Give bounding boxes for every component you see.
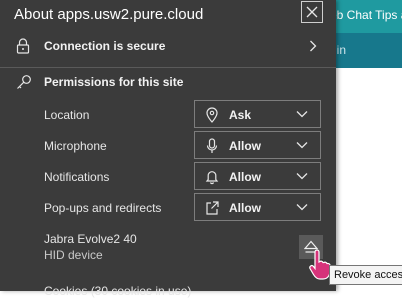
background-page-banner: eb Chat Tips ar	[330, 0, 402, 33]
connection-secure-row[interactable]: Connection is secure	[0, 33, 336, 61]
close-icon	[306, 6, 318, 18]
connection-secure-label: Connection is secure	[44, 39, 166, 53]
permission-label: Notifications	[44, 170, 110, 184]
permission-value: Ask	[229, 108, 252, 122]
revoke-access-tooltip: Revoke access	[329, 265, 402, 285]
chevron-down-icon	[296, 204, 308, 211]
flyout-title: About apps.usw2.pure.cloud	[14, 6, 204, 23]
lock-icon	[16, 38, 30, 54]
background-banner-text: eb Chat Tips ar	[330, 8, 402, 22]
permission-label: Location	[44, 108, 90, 122]
microphone-permission-select[interactable]: Allow	[194, 131, 321, 159]
chevron-down-icon	[296, 173, 308, 180]
notifications-permission-select[interactable]: Allow	[194, 162, 321, 190]
location-pin-icon	[206, 107, 218, 123]
permission-row-notifications: Notifications Allow	[0, 162, 336, 192]
permission-label: Microphone	[44, 139, 107, 153]
device-type: HID device	[44, 248, 103, 262]
hand-pointer-icon	[309, 249, 331, 280]
permission-value: Allow	[229, 201, 261, 215]
chevron-right-icon	[310, 40, 317, 52]
permission-label: Pop-ups and redirects	[44, 201, 162, 215]
close-button[interactable]	[301, 1, 323, 23]
chevron-down-icon	[296, 111, 308, 118]
background-page-bar: hin	[330, 33, 402, 68]
location-permission-select[interactable]: Ask	[194, 100, 321, 128]
permission-row-microphone: Microphone Allow	[0, 131, 336, 161]
permissions-heading: Permissions for this site	[44, 75, 184, 89]
permission-value: Allow	[229, 139, 261, 153]
site-info-flyout: About apps.usw2.pure.cloud Connection is…	[0, 0, 336, 298]
chevron-down-icon	[296, 142, 308, 149]
microphone-icon	[206, 138, 218, 153]
permission-row-location: Location Ask	[0, 100, 336, 130]
permissions-heading-row: Permissions for this site	[0, 71, 336, 95]
bell-icon	[205, 171, 219, 185]
background-page-content	[330, 68, 402, 291]
popups-permission-select[interactable]: Allow	[194, 193, 321, 221]
key-icon	[17, 75, 31, 89]
permission-row-popups: Pop-ups and redirects Allow	[0, 193, 336, 223]
permission-value: Allow	[229, 170, 261, 184]
section-divider	[0, 67, 336, 68]
cookies-row-label[interactable]: Cookies (30 cookies in use)	[44, 284, 191, 298]
device-name: Jabra Evolve2 40	[44, 232, 137, 246]
popup-external-icon	[206, 201, 219, 215]
